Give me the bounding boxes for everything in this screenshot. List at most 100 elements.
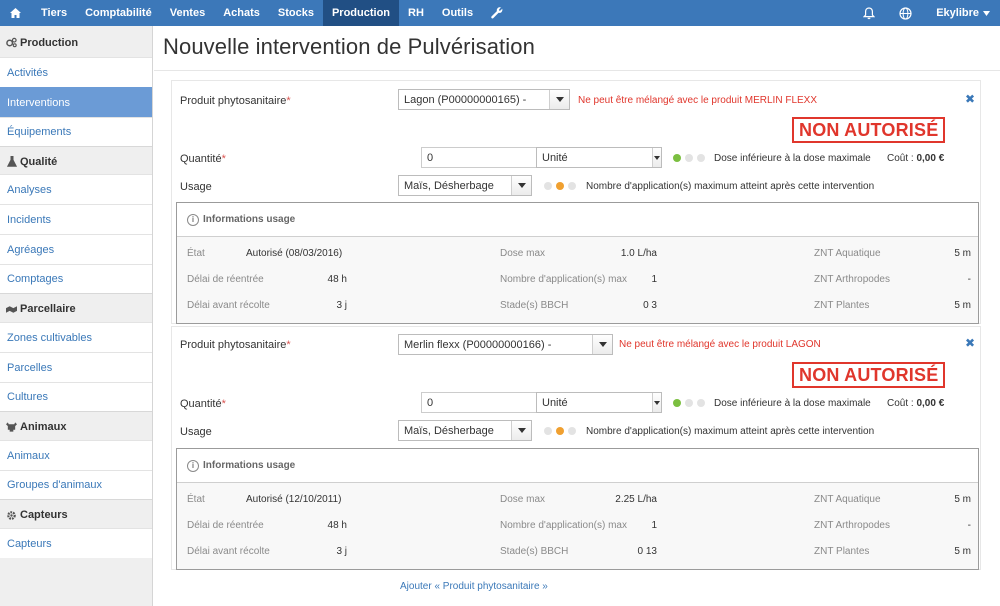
bbch-label: Stade(s) BBCH (500, 300, 569, 311)
usage-note: Nombre d'application(s) maximum atteint … (586, 426, 875, 437)
required-mark: * (286, 95, 291, 107)
chevron-down-icon (511, 176, 531, 195)
user-name: Ekylibre (936, 7, 979, 19)
sidebar-section-title: Parcellaire (20, 303, 76, 315)
reentry-label: Délai de réentrée (187, 274, 264, 285)
product-select[interactable]: Lagon (P00000000165) - (398, 89, 570, 110)
nav-tiers[interactable]: Tiers (32, 0, 76, 26)
usage-info-title: Informations usage (203, 214, 296, 225)
sidebar-item-parcelles[interactable]: Parcelles (0, 352, 152, 382)
usage-info-header: i Informations usage (177, 203, 978, 237)
cost-value: 0,00 € (916, 153, 945, 164)
dot-grey (697, 399, 705, 407)
dot-grey (697, 154, 705, 162)
dose-indicator (673, 399, 705, 407)
info-icon: i (187, 213, 199, 226)
znt-arthro-value: - (967, 520, 971, 531)
nav-stocks[interactable]: Stocks (269, 0, 323, 26)
product-panel-2: Produit phytosanitaire * Merlin flexx (P0… (171, 326, 981, 570)
chevron-down-icon (549, 90, 569, 109)
required-mark: * (221, 153, 226, 165)
user-menu[interactable]: Ekylibre (924, 0, 1000, 26)
nb-app-value: 1 (651, 520, 657, 531)
quantity-label: Quantité* (180, 398, 226, 410)
sidebar-item-equipements[interactable]: Équipements (0, 117, 152, 147)
sidebar-item-animaux[interactable]: Animaux (0, 440, 152, 470)
sidebar-item-groupes-animaux[interactable]: Groupes d'animaux (0, 470, 152, 500)
sidebar-section-animaux: Animaux (0, 412, 152, 440)
preharvest-value: 3 j (336, 300, 347, 311)
chevron-down-icon (592, 335, 612, 354)
quantity-label: Quantité* (180, 153, 226, 165)
language-button[interactable] (887, 0, 924, 26)
notifications-button[interactable] (851, 0, 887, 26)
sidebar-section-qualite: Qualité (0, 147, 152, 174)
remove-product-button[interactable]: ✖ (965, 92, 975, 106)
top-navigation-bar: Tiers Comptabilité Ventes Achats Stocks … (0, 0, 1000, 26)
nav-tools[interactable] (482, 0, 512, 26)
caret-down-icon (983, 10, 990, 16)
quantity-input[interactable]: 0 (421, 147, 537, 168)
status-stamp: NON AUTORISÉ (792, 117, 946, 143)
quantity-label-text: Quantité (180, 153, 222, 165)
sidebar-item-zones-cultivables[interactable]: Zones cultivables (0, 322, 152, 352)
nav-comptabilite[interactable]: Comptabilité (76, 0, 161, 26)
gears-icon (6, 37, 17, 48)
usage-info-box: i Informations usage État Autorisé (12/1… (176, 448, 979, 570)
wrench-icon (491, 7, 503, 19)
znt-arthro-value: - (967, 274, 971, 285)
nav-outils[interactable]: Outils (433, 0, 482, 26)
znt-plantes-value: 5 m (954, 300, 971, 311)
product-panel-1: Produit phytosanitaire* Lagon (P00000000… (171, 80, 981, 324)
dose-max-label: Dose max (500, 494, 546, 505)
unit-select[interactable]: Unité (536, 147, 662, 168)
cow-icon (6, 422, 17, 433)
add-product-link[interactable]: Ajouter « Produit phytosanitaire » (400, 581, 548, 592)
sidebar-section-title: Animaux (20, 421, 67, 433)
usage-select[interactable]: Maïs, Désherbage (398, 175, 532, 196)
unit-select[interactable]: Unité (536, 392, 662, 413)
usage-info-title: Informations usage (203, 460, 296, 471)
nav-home[interactable] (0, 0, 32, 26)
sidebar-item-capteurs[interactable]: Capteurs (0, 528, 152, 558)
sidebar: Production Activités Interventions Équip… (0, 26, 153, 606)
sidebar-item-cultures[interactable]: Cultures (0, 382, 152, 412)
product-select[interactable]: Merlin flexx (P00000000166) - (398, 334, 613, 355)
sidebar-item-comptages[interactable]: Comptages (0, 264, 152, 294)
nav-rh[interactable]: RH (399, 0, 433, 26)
dot-orange (556, 182, 564, 190)
bell-icon (863, 6, 876, 20)
dose-max-label: Dose max (500, 248, 546, 259)
usage-label: Usage (180, 181, 212, 193)
quantity-input[interactable]: 0 (421, 392, 537, 413)
usage-select[interactable]: Maïs, Désherbage (398, 420, 532, 441)
home-icon (10, 8, 21, 18)
sidebar-item-analyses[interactable]: Analyses (0, 174, 152, 204)
product-label: Produit phytosanitaire* (180, 95, 291, 107)
quantity-value: 0 (427, 396, 434, 409)
dot-green (673, 154, 681, 162)
dot-grey (685, 154, 693, 162)
sidebar-item-activites[interactable]: Activités (0, 57, 152, 87)
preharvest-label: Délai avant récolte (187, 546, 270, 557)
cost-display: Coût : 0,00 € (887, 153, 944, 164)
usage-info-box: i Informations usage État Autorisé (08/0… (176, 202, 979, 324)
znt-arthro-label: ZNT Arthropodes (814, 274, 890, 285)
dose-note: Dose inférieure à la dose maximale (714, 398, 871, 409)
quantity-label-text: Quantité (180, 398, 222, 410)
sidebar-section-capteurs: Capteurs (0, 500, 152, 528)
nav-achats[interactable]: Achats (214, 0, 269, 26)
usage-indicator (544, 427, 576, 435)
required-mark: * (221, 398, 226, 410)
chevron-down-icon (652, 393, 661, 412)
nav-ventes[interactable]: Ventes (161, 0, 214, 26)
znt-arthro-label: ZNT Arthropodes (814, 520, 890, 531)
sidebar-item-incidents[interactable]: Incidents (0, 204, 152, 234)
reentry-value: 48 h (327, 520, 347, 531)
remove-product-button[interactable]: ✖ (965, 336, 975, 350)
sidebar-item-interventions[interactable]: Interventions (0, 87, 152, 117)
usage-label: Usage (180, 426, 212, 438)
product-label-text: Produit phytosanitaire (180, 339, 287, 351)
nav-production[interactable]: Production (322, 0, 400, 26)
sidebar-item-agreages[interactable]: Agréages (0, 234, 152, 264)
